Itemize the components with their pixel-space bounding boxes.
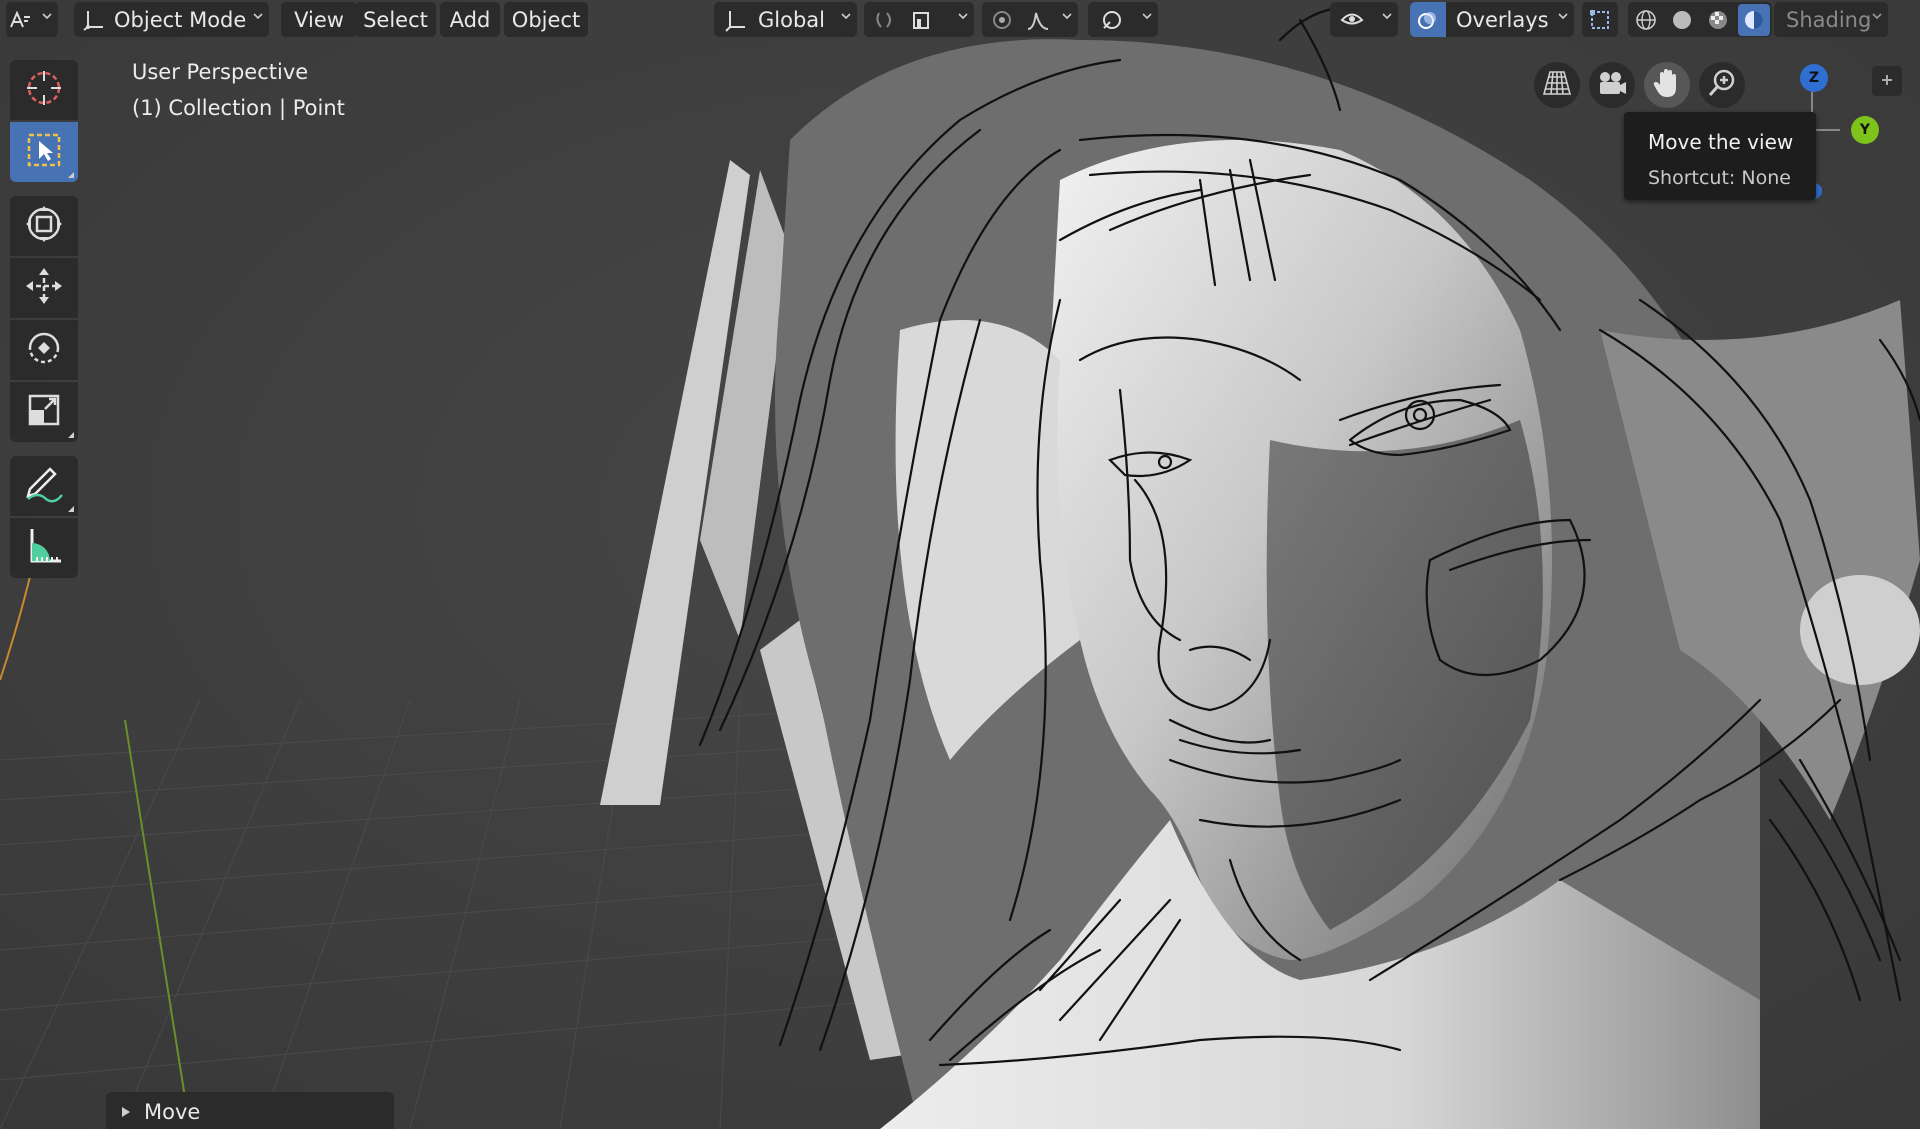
tooltip-title: Move the view [1648, 130, 1794, 154]
orientation-axes-icon [722, 6, 750, 34]
chevron-down-icon [1382, 13, 1392, 20]
chevron-down-icon [1142, 13, 1152, 20]
tooltip: Move the view Shortcut: None [1624, 112, 1816, 200]
snap-magnet-icon[interactable] [908, 6, 936, 34]
overlays-icon[interactable] [1410, 2, 1446, 37]
falloff-curve-icon[interactable] [1024, 6, 1052, 34]
xray-toggle-icon [1586, 6, 1614, 34]
scale-tool-icon [23, 389, 65, 435]
chevron-down-icon [42, 13, 52, 20]
camera-view-icon [1596, 69, 1628, 101]
chevron-down-icon [1872, 13, 1882, 20]
view-name: User Perspective [132, 60, 309, 84]
object-mode-icon [80, 6, 108, 34]
solid-shading-icon[interactable] [1668, 6, 1696, 34]
sidebar-toggle-button[interactable] [1872, 66, 1902, 96]
proportional-editing-group [982, 2, 1078, 37]
pivot-snap-group [864, 2, 974, 37]
viewport-editor-icon [6, 6, 34, 34]
overlays-dropdown[interactable]: Overlays [1410, 2, 1574, 37]
shading-mode-group [1628, 2, 1772, 37]
menu-select[interactable]: Select [355, 2, 436, 37]
chevron-down-icon [958, 13, 968, 20]
tool-move[interactable] [10, 258, 78, 318]
pivot-point-icon[interactable] [870, 6, 898, 34]
tool-select-box[interactable] [10, 122, 78, 182]
proportional-editing-icon[interactable] [988, 6, 1016, 34]
plus-icon [1880, 72, 1894, 91]
more-tools-corner [68, 506, 74, 512]
menu-view[interactable]: View [281, 2, 357, 37]
gizmo-z-axis[interactable]: Z [1800, 64, 1828, 92]
collection-info: (1) Collection | Point [132, 96, 345, 120]
move-view-hand-icon [1652, 67, 1682, 103]
viewport-header: Object Mode View Select Add Object Globa… [0, 0, 1920, 40]
measure-tool-icon [23, 525, 65, 571]
rendered-shading-icon[interactable] [1738, 3, 1770, 36]
shading-dropdown[interactable]: Shading [1774, 2, 1888, 37]
annotate-tool-icon [22, 463, 66, 509]
menu-object[interactable]: Object [504, 2, 588, 37]
more-tools-corner [68, 172, 74, 178]
chevron-down-icon [1558, 13, 1568, 20]
disclosure-triangle-icon[interactable] [122, 1107, 130, 1117]
chevron-down-icon [841, 13, 851, 20]
select-box-icon [23, 129, 65, 175]
gizmo-link-icon [1098, 6, 1126, 34]
viewport-gizmos-dropdown[interactable] [1330, 2, 1398, 37]
move-tool-icon [23, 265, 65, 311]
move-view-button[interactable] [1644, 62, 1690, 108]
transform-orientation-dropdown[interactable]: Global [714, 2, 857, 37]
tool-cursor[interactable] [10, 60, 78, 120]
rotate-tool-icon [23, 327, 65, 373]
toggle-perspective-icon [1542, 69, 1572, 101]
tooltip-shortcut: Shortcut: None [1648, 167, 1791, 189]
chevron-down-icon [1062, 13, 1072, 20]
shading-label: Shading [1786, 7, 1872, 32]
tool-transform[interactable] [10, 196, 78, 256]
camera-view-button[interactable] [1589, 62, 1635, 108]
xray-toggle[interactable] [1582, 2, 1618, 37]
tool-measure[interactable] [10, 518, 78, 578]
wireframe-shading-icon[interactable] [1632, 6, 1660, 34]
orientation-label: Global [758, 7, 825, 32]
material-preview-icon[interactable] [1704, 6, 1732, 34]
3d-viewport[interactable]: Object Mode View Select Add Object Globa… [0, 0, 1920, 1129]
editor-type-button[interactable] [6, 2, 58, 37]
menu-add[interactable]: Add [440, 2, 500, 37]
overlays-label: Overlays [1456, 7, 1549, 32]
gizmo-dropdown[interactable] [1088, 2, 1158, 37]
gizmo-eye-icon [1338, 6, 1366, 34]
last-operator-panel[interactable]: Move [106, 1092, 394, 1129]
last-operator-label: Move [144, 1100, 201, 1124]
gizmo-y-axis[interactable]: Y [1851, 116, 1879, 144]
more-tools-corner [68, 432, 74, 438]
cursor-tool-icon [23, 67, 65, 113]
chevron-down-icon [253, 13, 263, 20]
transform-tool-icon [23, 203, 65, 249]
tool-rotate[interactable] [10, 320, 78, 380]
mode-dropdown[interactable]: Object Mode [74, 2, 269, 37]
tool-annotate[interactable] [10, 456, 78, 516]
tool-scale[interactable] [10, 382, 78, 442]
mode-label: Object Mode [114, 7, 247, 32]
toggle-perspective-button[interactable] [1534, 62, 1580, 108]
